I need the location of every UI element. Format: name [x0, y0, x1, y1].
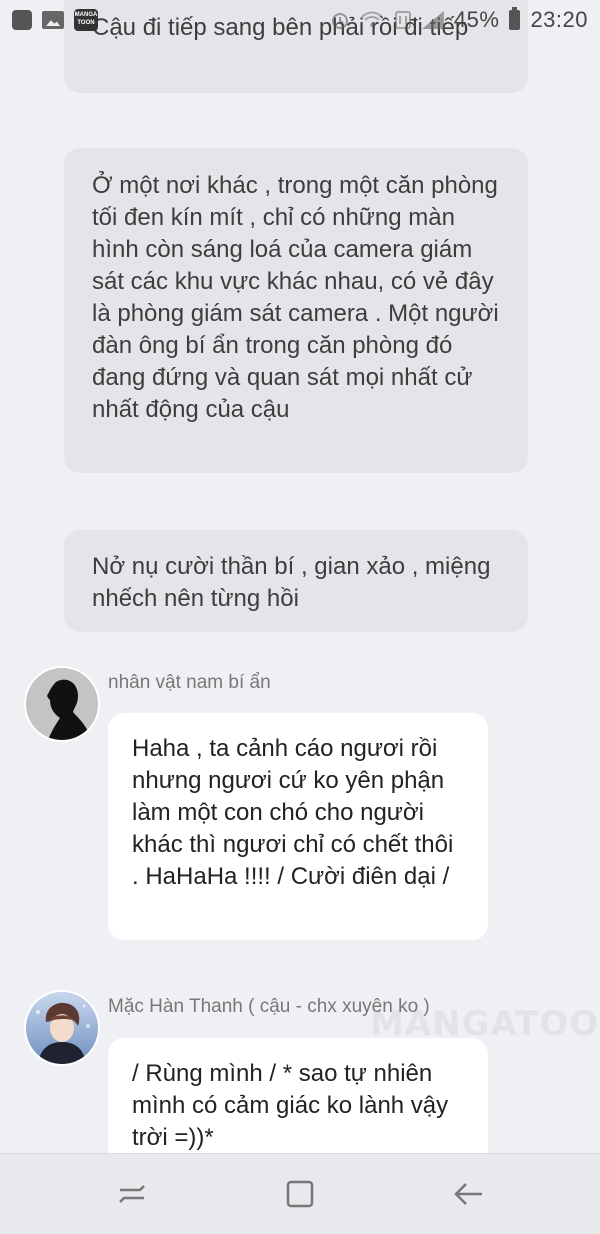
narration-text: Ở một nơi khác , trong một căn phòng tối… — [92, 172, 499, 423]
narration-text: Cậu đi tiếp sang bên phải rồi đi tiếp — [92, 14, 469, 41]
narration-bubble: Nở nụ cười thần bí , gian xảo , miệng nh… — [64, 530, 528, 632]
recent-apps-icon[interactable] — [114, 1176, 150, 1212]
gallery-icon — [42, 11, 64, 29]
silhouette-avatar-icon — [26, 668, 98, 740]
dialogue-text: Haha , ta cảnh cáo ngươi rồi nhưng ngươi… — [132, 735, 454, 890]
app-square-icon — [12, 10, 32, 30]
dialogue-text: / Rùng mình / * sao tự nhiên mình có cảm… — [132, 1060, 449, 1151]
dialogue-bubble: Haha , ta cảnh cáo ngươi rồi nhưng ngươi… — [108, 713, 488, 940]
system-nav-bar — [0, 1153, 600, 1234]
status-time: 23:20 — [530, 7, 588, 32]
narration-text: Nở nụ cười thần bí , gian xảo , miệng nh… — [92, 553, 491, 612]
back-icon[interactable] — [450, 1176, 486, 1212]
avatar-mac-han-thanh[interactable] — [26, 992, 98, 1064]
character-portrait-icon — [26, 992, 98, 1064]
narration-bubble: Cậu đi tiếp sang bên phải rồi đi tiếp — [64, 0, 528, 93]
avatar-mysterious-man[interactable] — [26, 668, 98, 740]
home-icon[interactable] — [282, 1176, 318, 1212]
speaker-name: nhân vật nam bí ẩn — [108, 672, 271, 693]
narration-bubble: Ở một nơi khác , trong một căn phòng tối… — [64, 148, 528, 473]
